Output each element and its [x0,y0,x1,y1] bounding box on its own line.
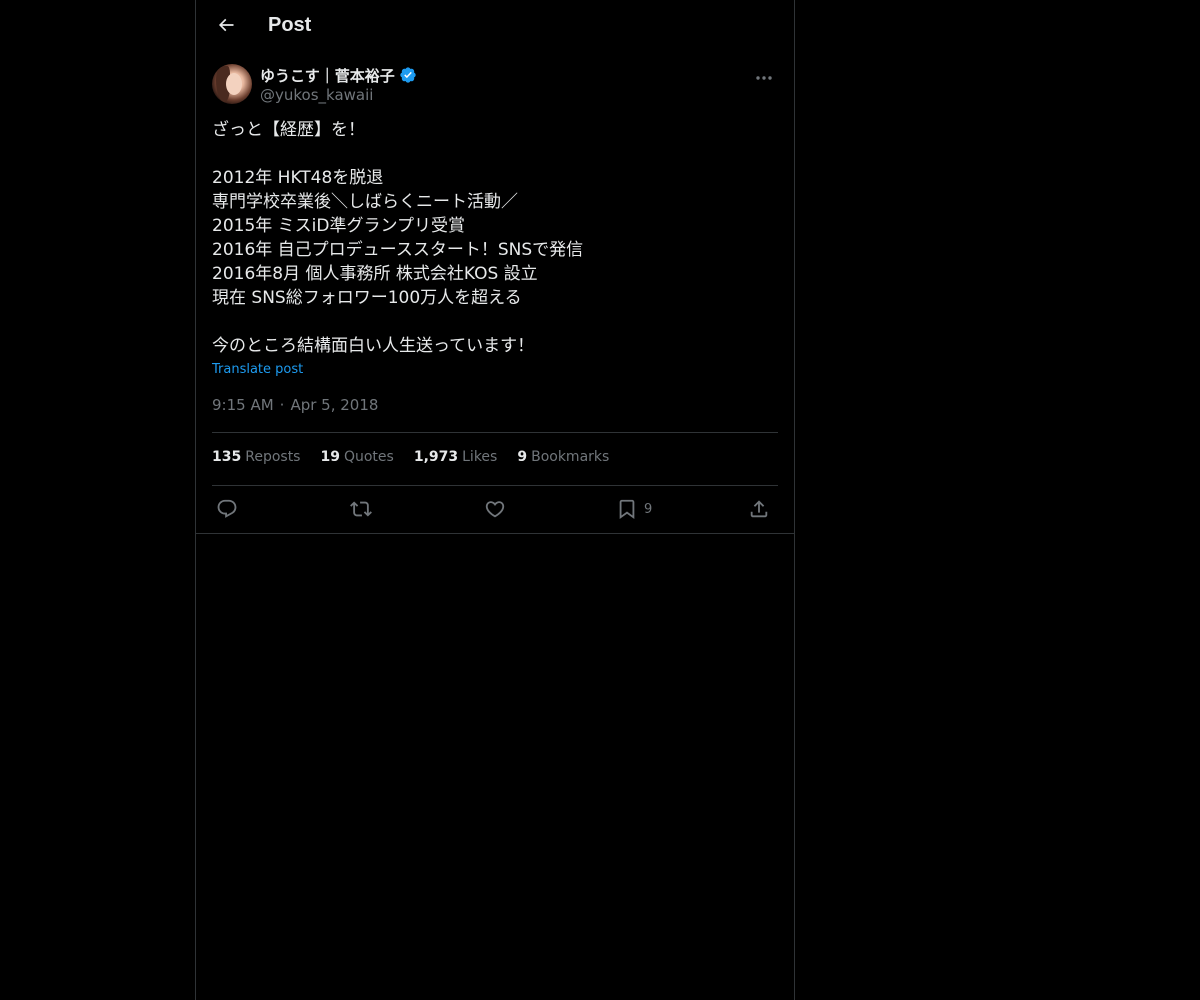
post-column: Post ゆうこす｜菅本裕子 @yukos_kawaii ざっと【経歴】を！ 2… [195,0,795,1000]
avatar[interactable] [212,64,252,104]
page-header: Post [196,0,794,54]
post-time[interactable]: 9:15 AM [212,396,274,414]
post-line: 今のところ結構面白い人生送っています！ [212,336,535,356]
bookmark-icon [616,498,638,520]
more-options-button[interactable] [750,64,778,86]
likes-stat[interactable]: 1,973 Likes [414,449,498,471]
user-handle[interactable]: @yukos_kawaii [260,86,373,104]
post-author: ゆうこす｜菅本裕子 @yukos_kawaii [212,64,778,108]
repost-button[interactable] [350,494,372,524]
timestamp-separator: · [279,396,285,414]
translate-post-link[interactable]: Translate post [212,362,303,377]
bookmarks-stat[interactable]: 9 Bookmarks [517,449,609,471]
likes-label: Likes [462,449,498,465]
repost-icon [350,498,372,520]
display-name-row: ゆうこす｜菅本裕子 [260,64,417,86]
post-line: 2016年 自己プロデューススタート！SNSで発信 [212,240,584,260]
post-line: 2015年 ミスiD準グランプリ受賞 [212,216,465,236]
bookmarks-label: Bookmarks [531,449,610,465]
post-line: 現在 SNS総フォロワー100万人を超える [212,288,522,308]
reply-icon [216,498,238,520]
divider [212,485,778,486]
divider [212,432,778,433]
page-title: Post [268,14,312,36]
post-line: ざっと【経歴】を！ [212,120,365,140]
reply-button[interactable] [216,494,238,524]
post-line [212,142,778,166]
reposts-label: Reposts [245,449,301,465]
share-button[interactable] [748,494,770,524]
post-timestamp: 9:15 AM · Apr 5, 2018 [212,396,378,414]
post-line [212,310,778,334]
post-actions: 9 [212,494,778,524]
reposts-stat[interactable]: 135 Reposts [212,449,300,471]
quotes-count: 19 [320,449,340,465]
post-stats: 135 Reposts 19 Quotes 1,973 Likes 9 Bookmark… [212,449,609,471]
like-button[interactable] [484,494,506,524]
post-line: 2016年8月 個人事務所 株式会社KOS 設立 [212,264,538,284]
avatar-face-shape [226,73,242,95]
quotes-label: Quotes [343,449,394,465]
post-text: ざっと【経歴】を！ 2012年 HKT48を脱退 専門学校卒業後＼しばらくニート… [212,118,778,358]
reposts-count: 135 [212,449,242,465]
bookmarks-count: 9 [517,449,528,465]
post-line: 専門学校卒業後＼しばらくニート活動／ [212,192,518,212]
post-date[interactable]: Apr 5, 2018 [290,396,378,414]
heart-icon [484,498,506,520]
post-line: 2012年 HKT48を脱退 [212,168,384,188]
back-button[interactable] [208,9,244,45]
verified-badge-icon[interactable] [399,66,417,84]
bookmark-button[interactable]: 9 [616,494,652,524]
back-arrow-icon [216,15,236,39]
more-dots-icon [755,66,773,85]
likes-count: 1,973 [413,449,459,465]
display-name[interactable]: ゆうこす｜菅本裕子 [260,65,395,86]
quotes-stat[interactable]: 19 Quotes [320,449,393,471]
post-bottom-border [196,533,794,534]
share-icon [748,498,770,520]
bookmark-count: 9 [644,501,653,517]
